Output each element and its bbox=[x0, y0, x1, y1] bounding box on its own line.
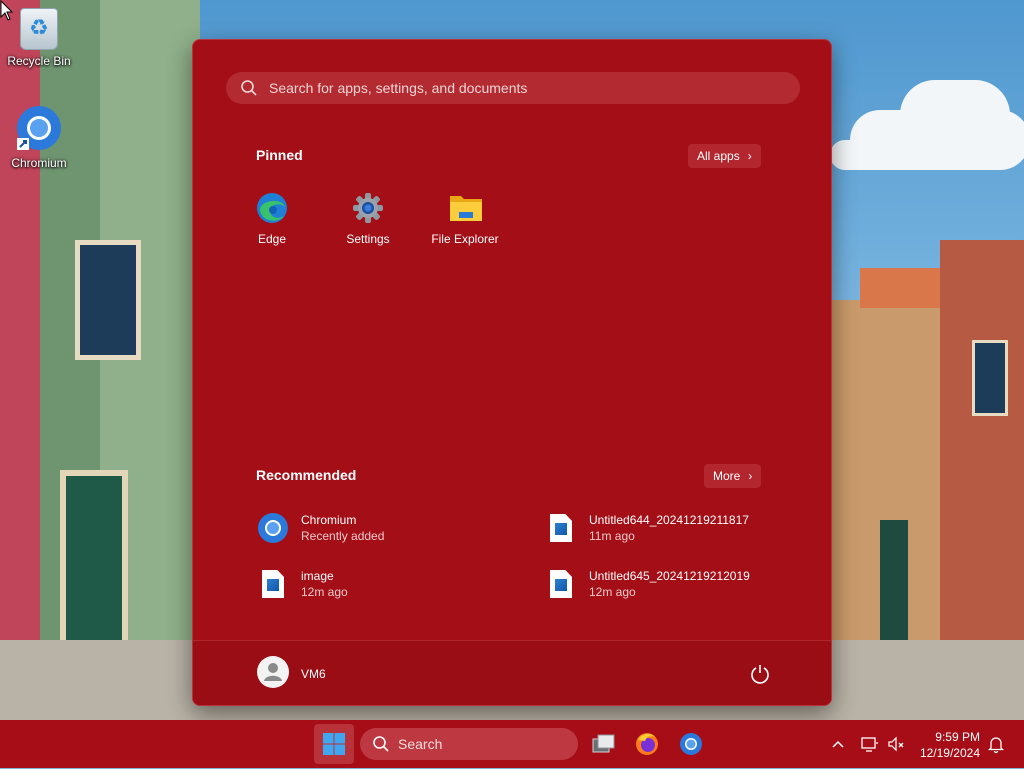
recommended-item-sub: Recently added bbox=[301, 529, 385, 543]
recommended-item-sub: 12m ago bbox=[301, 585, 348, 599]
recommended-item-name: image bbox=[301, 569, 334, 583]
recommended-item-sub: 12m ago bbox=[589, 585, 636, 599]
folder-icon bbox=[449, 192, 482, 224]
user-name[interactable]: VM6 bbox=[301, 667, 326, 681]
all-apps-button[interactable]: All apps › bbox=[688, 144, 761, 168]
chevron-up-icon[interactable] bbox=[828, 734, 848, 754]
chromium-icon bbox=[257, 512, 289, 544]
image-file-icon bbox=[257, 568, 289, 600]
clock[interactable]: 9:59 PM 12/19/2024 bbox=[920, 729, 980, 761]
edge-icon bbox=[256, 192, 288, 224]
chromium-icon bbox=[15, 104, 63, 152]
pinned-app-label: Edge bbox=[257, 232, 287, 246]
taskbar-search-label: Search bbox=[398, 736, 443, 752]
recommended-item-name: Chromium bbox=[301, 513, 357, 527]
recommended-item-chromium[interactable]: Chromium Recently added bbox=[257, 512, 384, 544]
pinned-app-file-explorer[interactable]: File Explorer bbox=[417, 192, 513, 246]
chevron-right-icon: › bbox=[747, 149, 752, 163]
windows-logo-icon bbox=[323, 733, 345, 755]
more-button[interactable]: More › bbox=[704, 464, 762, 488]
taskbar-firefox[interactable] bbox=[627, 724, 667, 764]
recommended-item-name: Untitled645_20241219212019 bbox=[589, 569, 750, 583]
taskbar-chromium[interactable] bbox=[671, 724, 711, 764]
notification-bell-icon[interactable] bbox=[986, 734, 1006, 754]
recommended-item-untitled645[interactable]: Untitled645_20241219212019 12m ago bbox=[545, 568, 750, 600]
settings-gear-icon bbox=[352, 192, 384, 224]
clock-time: 9:59 PM bbox=[935, 730, 980, 744]
mouse-cursor-icon bbox=[0, 0, 14, 21]
pinned-app-label: File Explorer bbox=[431, 232, 499, 246]
image-file-icon bbox=[545, 512, 577, 544]
start-menu-footer: VM6 bbox=[193, 640, 831, 705]
recommended-item-sub: 11m ago bbox=[589, 529, 635, 543]
clock-date: 12/19/2024 bbox=[919, 746, 980, 760]
network-icon[interactable] bbox=[860, 734, 880, 754]
taskbar-search[interactable]: Search bbox=[360, 728, 578, 760]
start-button[interactable] bbox=[314, 724, 354, 764]
recycle-bin-icon bbox=[20, 8, 58, 50]
task-view-icon bbox=[592, 734, 615, 753]
volume-muted-icon[interactable] bbox=[886, 734, 906, 754]
all-apps-label: All apps bbox=[697, 149, 740, 163]
chromium-icon bbox=[680, 733, 702, 755]
user-icon bbox=[264, 663, 282, 681]
task-view-button[interactable] bbox=[583, 724, 623, 764]
recommended-item-untitled644[interactable]: Untitled644_20241219211817 11m ago bbox=[545, 512, 749, 544]
pinned-title: Pinned bbox=[256, 147, 303, 163]
desktop-icon-label: Recycle Bin bbox=[7, 54, 71, 68]
search-icon bbox=[241, 80, 257, 96]
pinned-app-edge[interactable]: Edge bbox=[224, 192, 320, 246]
taskbar: Search 9:59 PM 12/19/2024 bbox=[0, 720, 1024, 768]
start-search-input[interactable]: Search for apps, settings, and documents bbox=[226, 72, 800, 104]
search-icon bbox=[373, 736, 389, 752]
recommended-title: Recommended bbox=[256, 467, 357, 483]
start-search-placeholder: Search for apps, settings, and documents bbox=[269, 80, 528, 96]
more-label: More bbox=[713, 469, 741, 483]
firefox-icon bbox=[636, 733, 658, 755]
image-file-icon bbox=[545, 568, 577, 600]
pinned-app-settings[interactable]: Settings bbox=[320, 192, 416, 246]
desktop-icon-chromium[interactable]: Chromium bbox=[1, 104, 77, 170]
desktop-icon-label: Chromium bbox=[11, 156, 67, 170]
recommended-item-image[interactable]: image 12m ago bbox=[257, 568, 348, 600]
chevron-right-icon: › bbox=[748, 469, 753, 483]
pinned-app-label: Settings bbox=[346, 232, 390, 246]
start-menu: Search for apps, settings, and documents… bbox=[192, 39, 832, 706]
user-avatar[interactable] bbox=[257, 656, 289, 688]
recommended-item-name: Untitled644_20241219211817 bbox=[589, 513, 749, 527]
power-icon[interactable] bbox=[749, 663, 771, 685]
